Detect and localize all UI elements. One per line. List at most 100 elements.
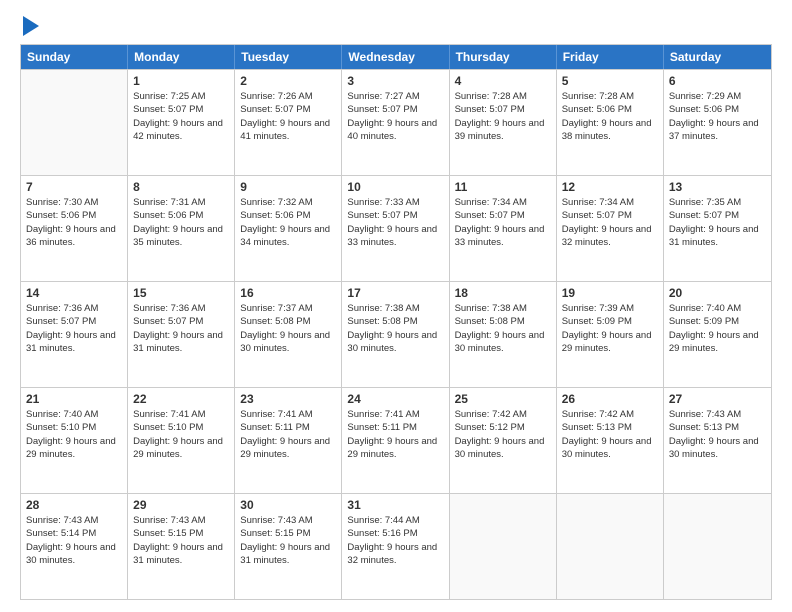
calendar-cell: 9Sunrise: 7:32 AMSunset: 5:06 PMDaylight… (235, 176, 342, 281)
logo (20, 18, 39, 36)
sunrise-time: 7:40 AM (706, 303, 741, 314)
sunset-time: 5:06 PM (597, 104, 632, 115)
calendar-cell: 31Sunrise: 7:44 AMSunset: 5:16 PMDayligh… (342, 494, 449, 599)
day-info: Sunrise: 7:28 AMSunset: 5:06 PMDaylight:… (562, 90, 658, 143)
day-info: Sunrise: 7:35 AMSunset: 5:07 PMDaylight:… (669, 196, 766, 249)
sunrise-label: Sunrise: (562, 303, 600, 314)
day-number: 1 (133, 74, 229, 88)
day-number: 16 (240, 286, 336, 300)
calendar-cell: 30Sunrise: 7:43 AMSunset: 5:15 PMDayligh… (235, 494, 342, 599)
sunrise-time: 7:28 AM (492, 91, 527, 102)
sunrise-time: 7:42 AM (492, 409, 527, 420)
sunset-time: 5:13 PM (597, 422, 632, 433)
calendar-cell: 13 Sunrise: 7:35 AMSunset: 5:07 PMDayligh… (664, 176, 771, 281)
sunrise-time: 7:33 AM (385, 197, 420, 208)
sunrise-time: 7:30 AM (64, 197, 99, 208)
daylight-label: Daylight: (347, 542, 387, 553)
sunrise-label: Sunrise: (562, 91, 600, 102)
sunrise-time: 7:35 AM (706, 197, 741, 208)
sunset-time: 5:10 PM (168, 422, 203, 433)
daylight-label: Daylight: (133, 330, 173, 341)
sunset-time: 5:07 PM (489, 104, 524, 115)
sunset-label: Sunset: (562, 422, 597, 433)
calendar-body: 1 Sunrise: 7:25 AMSunset: 5:07 PMDaylight… (21, 69, 771, 599)
sunrise-time: 7:32 AM (278, 197, 313, 208)
day-info: Sunrise: 7:38 AMSunset: 5:08 PMDaylight:… (347, 302, 443, 355)
daylight-label: Daylight: (455, 436, 495, 447)
weekday-header-saturday: Saturday (664, 45, 771, 69)
daylight-label: Daylight: (26, 542, 66, 553)
daylight-label: Daylight: (240, 224, 280, 235)
day-info: Sunrise: 7:39 AMSunset: 5:09 PMDaylight:… (562, 302, 658, 355)
sunset-time: 5:06 PM (168, 210, 203, 221)
calendar-cell: 3Sunrise: 7:27 AMSunset: 5:07 PMDaylight… (342, 70, 449, 175)
calendar-header: SundayMondayTuesdayWednesdayThursdayFrid… (21, 45, 771, 69)
day-info: Sunrise: 7:28 AMSunset: 5:07 PMDaylight:… (455, 90, 551, 143)
sunset-label: Sunset: (347, 422, 382, 433)
weekday-header-thursday: Thursday (450, 45, 557, 69)
day-number: 15 (133, 286, 229, 300)
sunset-time: 5:07 PM (382, 104, 417, 115)
sunset-label: Sunset: (133, 210, 168, 221)
sunrise-time: 7:41 AM (278, 409, 313, 420)
day-number: 30 (240, 498, 336, 512)
sunset-time: 5:07 PM (61, 316, 96, 327)
sunset-label: Sunset: (347, 210, 382, 221)
day-info: Sunrise: 7:38 AMSunset: 5:08 PMDaylight:… (455, 302, 551, 355)
calendar-cell: 19Sunrise: 7:39 AMSunset: 5:09 PMDayligh… (557, 282, 664, 387)
sunset-time: 5:10 PM (61, 422, 96, 433)
day-number: 18 (455, 286, 551, 300)
daylight-label: Daylight: (240, 330, 280, 341)
sunset-label: Sunset: (669, 210, 704, 221)
day-info: Sunrise: 7:27 AMSunset: 5:07 PMDaylight:… (347, 90, 443, 143)
sunset-time: 5:11 PM (382, 422, 417, 433)
sunset-time: 5:11 PM (275, 422, 310, 433)
sunrise-time: 7:38 AM (492, 303, 527, 314)
day-info: Sunrise: 7:40 AMSunset: 5:10 PMDaylight:… (26, 408, 122, 461)
day-number: 11 (455, 180, 551, 194)
sunrise-label: Sunrise: (240, 409, 278, 420)
daylight-label: Daylight: (669, 118, 709, 129)
day-number: 29 (133, 498, 229, 512)
day-number: 8 (133, 180, 229, 194)
daylight-label: Daylight: (347, 436, 387, 447)
sunrise-label: Sunrise: (133, 515, 171, 526)
calendar-cell: 4Sunrise: 7:28 AMSunset: 5:07 PMDaylight… (450, 70, 557, 175)
calendar-cell: 2 Sunrise: 7:26 AMSunset: 5:07 PMDaylight… (235, 70, 342, 175)
sunrise-time: 7:36 AM (171, 303, 206, 314)
calendar-cell: 21Sunrise: 7:40 AMSunset: 5:10 PMDayligh… (21, 388, 128, 493)
sunrise-label: Sunrise: (669, 303, 707, 314)
sunrise-label: Sunrise: (347, 303, 385, 314)
calendar-cell (450, 494, 557, 599)
sunrise-label: Sunrise: (347, 515, 385, 526)
day-number: 31 (347, 498, 443, 512)
sunset-label: Sunset: (669, 422, 704, 433)
day-info: Sunrise: 7:36 AMSunset: 5:07 PMDaylight:… (133, 302, 229, 355)
daylight-label: Daylight: (562, 224, 602, 235)
day-info: Sunrise: 7:25 AMSunset: 5:07 PMDaylight:… (133, 90, 229, 143)
day-number: 13 (669, 180, 766, 194)
daylight-label: Daylight: (26, 436, 66, 447)
sunrise-label: Sunrise: (133, 197, 171, 208)
sunset-label: Sunset: (26, 210, 61, 221)
calendar-row-3: 21Sunrise: 7:40 AMSunset: 5:10 PMDayligh… (21, 387, 771, 493)
day-info: Sunrise: 7:26 AMSunset: 5:07 PMDaylight:… (240, 90, 336, 143)
sunrise-label: Sunrise: (347, 409, 385, 420)
calendar-cell: 18 Sunrise: 7:38 AMSunset: 5:08 PMDayligh… (450, 282, 557, 387)
sunset-label: Sunset: (240, 422, 275, 433)
sunrise-label: Sunrise: (669, 409, 707, 420)
day-number: 2 (240, 74, 336, 88)
day-number: 28 (26, 498, 122, 512)
day-info: Sunrise: 7:32 AMSunset: 5:06 PMDaylight:… (240, 196, 336, 249)
calendar-row-4: 28Sunrise: 7:43 AMSunset: 5:14 PMDayligh… (21, 493, 771, 599)
sunset-label: Sunset: (455, 316, 490, 327)
sunset-label: Sunset: (455, 422, 490, 433)
sunset-time: 5:08 PM (275, 316, 310, 327)
sunrise-label: Sunrise: (240, 197, 278, 208)
sunset-label: Sunset: (455, 210, 490, 221)
daylight-label: Daylight: (455, 330, 495, 341)
day-info: Sunrise: 7:34 AMSunset: 5:07 PMDaylight:… (562, 196, 658, 249)
sunset-label: Sunset: (240, 316, 275, 327)
calendar-cell: 10Sunrise: 7:33 AMSunset: 5:07 PMDayligh… (342, 176, 449, 281)
sunset-label: Sunset: (562, 210, 597, 221)
